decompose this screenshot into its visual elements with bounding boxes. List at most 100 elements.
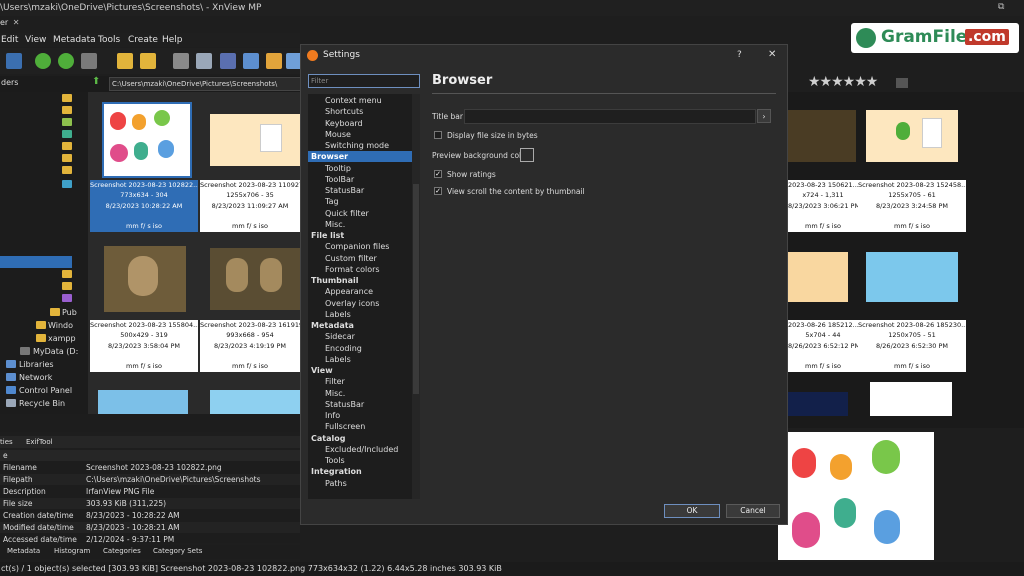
image-icon[interactable] [266, 53, 282, 69]
thumbnail-info[interactable]: Screenshot 2023-08-23 155804... 500x429 … [90, 320, 198, 372]
thumbnail-info[interactable]: 2023-08-26 185212... 5x704 - 44 8/26/202… [788, 320, 858, 372]
nav-item[interactable]: Filter [308, 376, 429, 387]
nav-item[interactable]: Sidecar [308, 331, 429, 342]
thumbnail-info[interactable]: Screenshot 2023-08-26 185230... 1250x705… [858, 320, 966, 372]
nav-section[interactable]: Metadata [308, 320, 415, 331]
tab-histogram[interactable]: Histogram [54, 547, 90, 555]
nav-item[interactable]: Overlay icons [308, 298, 429, 309]
thumbnail-image[interactable] [866, 252, 958, 302]
nav-item[interactable]: Labels [308, 309, 429, 320]
cancel-button[interactable]: Cancel [726, 504, 780, 518]
thumbnail-image[interactable] [210, 390, 300, 414]
nav-item[interactable]: Keyboard [308, 118, 429, 129]
menu-edit[interactable]: Edit [1, 35, 18, 45]
nav-item[interactable]: ToolBar [308, 174, 429, 185]
menu-help[interactable]: Help [162, 35, 183, 45]
nav-item[interactable]: Switching mode [308, 140, 429, 151]
menu-metadata[interactable]: Metadata [53, 35, 96, 45]
pin-icon[interactable]: ✕ [13, 18, 20, 27]
nav-item[interactable]: Tooltip [308, 163, 429, 174]
tab-properties[interactable]: ties [0, 438, 13, 446]
nav-section[interactable]: View [308, 365, 415, 376]
nav-scrollbar[interactable] [412, 94, 420, 499]
refresh-icon[interactable] [35, 53, 51, 69]
view-mode-icon[interactable] [81, 53, 97, 69]
close-button[interactable]: ✕ [768, 49, 776, 60]
nav-item[interactable]: Fullscreen [308, 421, 429, 432]
thumbnail[interactable] [90, 236, 198, 320]
thumbnail-image[interactable] [866, 110, 958, 162]
tab-exiftool[interactable]: ExifTool [26, 438, 53, 446]
binoculars-icon[interactable] [173, 53, 189, 69]
thumbnail-image[interactable] [98, 390, 188, 414]
tree-selection[interactable] [0, 256, 72, 268]
view-scroll-checkbox[interactable]: ✓ [434, 187, 442, 195]
tree-item[interactable]: Control Panel [19, 386, 72, 395]
title-bar-input[interactable] [464, 109, 756, 124]
tree-item[interactable]: Network [19, 373, 52, 382]
tab-categories[interactable]: Categories [103, 547, 141, 555]
nav-item[interactable]: Info [308, 410, 429, 421]
menu-tools[interactable]: Tools [98, 35, 120, 45]
nav-item[interactable]: Encoding [308, 343, 429, 354]
path-input[interactable]: C:\Users\mzaki\OneDrive\Pictures\Screens… [109, 77, 304, 91]
nav-item[interactable]: Custom filter [308, 253, 429, 264]
nav-scroll-thumb[interactable] [413, 184, 419, 394]
show-ratings-checkbox[interactable]: ✓ [434, 170, 442, 178]
nav-item[interactable]: Misc. [308, 388, 429, 399]
display-file-size-checkbox[interactable] [434, 131, 442, 139]
nav-section[interactable]: File list [308, 230, 415, 241]
nav-item[interactable]: Tag [308, 196, 429, 207]
tree-item[interactable]: Libraries [19, 360, 54, 369]
tab-metadata[interactable]: Metadata [7, 547, 40, 555]
thumbnail-image[interactable] [870, 382, 952, 416]
nav-section[interactable]: Catalog [308, 433, 415, 444]
folder-tools-icon[interactable] [140, 53, 156, 69]
tab-category-sets[interactable]: Category Sets [153, 547, 202, 555]
sync-icon[interactable] [58, 53, 74, 69]
menu-create[interactable]: Create [128, 35, 158, 45]
tree-item[interactable]: Recycle Bin [19, 399, 65, 408]
nav-item[interactable]: Appearance [308, 286, 429, 297]
nav-section[interactable]: Thumbnail [308, 275, 415, 286]
filter-input[interactable]: Filter [308, 74, 420, 88]
restore-icon[interactable]: ⧉ [998, 2, 1004, 12]
thumbnail-info[interactable]: Screenshot 2023-08-23 102822... 773x634 … [90, 180, 198, 232]
print-icon[interactable] [196, 53, 212, 69]
nav-item[interactable]: Shortcuts [308, 106, 429, 117]
title-bar-menu-button[interactable]: › [757, 109, 771, 123]
thumbnail[interactable] [200, 236, 300, 320]
folder-up-icon[interactable] [117, 53, 133, 69]
nav-item[interactable]: StatusBar [308, 399, 429, 410]
help-button[interactable]: ? [737, 50, 742, 60]
thumbnail-image[interactable] [788, 110, 856, 162]
slideshow-icon[interactable] [220, 53, 236, 69]
nav-item[interactable]: Context menu [308, 95, 429, 106]
tree-item[interactable]: MyData (D: [33, 347, 78, 356]
go-up-icon[interactable]: ⬆ [92, 76, 100, 87]
tree-item[interactable]: Windo [48, 321, 73, 330]
nav-item[interactable]: Mouse [308, 129, 429, 140]
thumbnail-info[interactable]: Screenshot 2023-08-23 110927... 1255x706… [200, 180, 300, 232]
nav-section[interactable]: Browser [308, 151, 415, 163]
thumbnail[interactable] [200, 96, 300, 180]
tree-item[interactable]: Pub [62, 308, 77, 317]
nav-item[interactable]: StatusBar [308, 185, 429, 196]
nav-item[interactable]: Excluded/Included [308, 444, 429, 455]
nav-section[interactable]: Integration [308, 466, 415, 477]
thumbnail-image[interactable] [788, 392, 848, 416]
thumbnail[interactable] [90, 96, 198, 180]
fullscreen-icon[interactable] [6, 53, 22, 69]
thumbnail-info[interactable]: Screenshot 2023-08-23 161919... 993x668 … [200, 320, 300, 372]
menu-view[interactable]: View [25, 35, 46, 45]
thumbnail-info[interactable]: 2023-08-23 150621... x724 - 1,311 8/23/2… [788, 180, 858, 232]
rating-stars[interactable]: ★★★★★★ [808, 74, 878, 90]
nav-item[interactable]: Format colors [308, 264, 429, 275]
nav-item[interactable]: Labels [308, 354, 429, 365]
thumbnail-info[interactable]: Screenshot 2023-08-23 152458... 1255x705… [858, 180, 966, 232]
tree-item[interactable]: xampp [48, 334, 76, 343]
rating-slider[interactable] [896, 78, 908, 88]
ok-button[interactable]: OK [664, 504, 720, 518]
convert-icon[interactable] [243, 53, 259, 69]
thumbnail-image[interactable] [788, 252, 848, 302]
